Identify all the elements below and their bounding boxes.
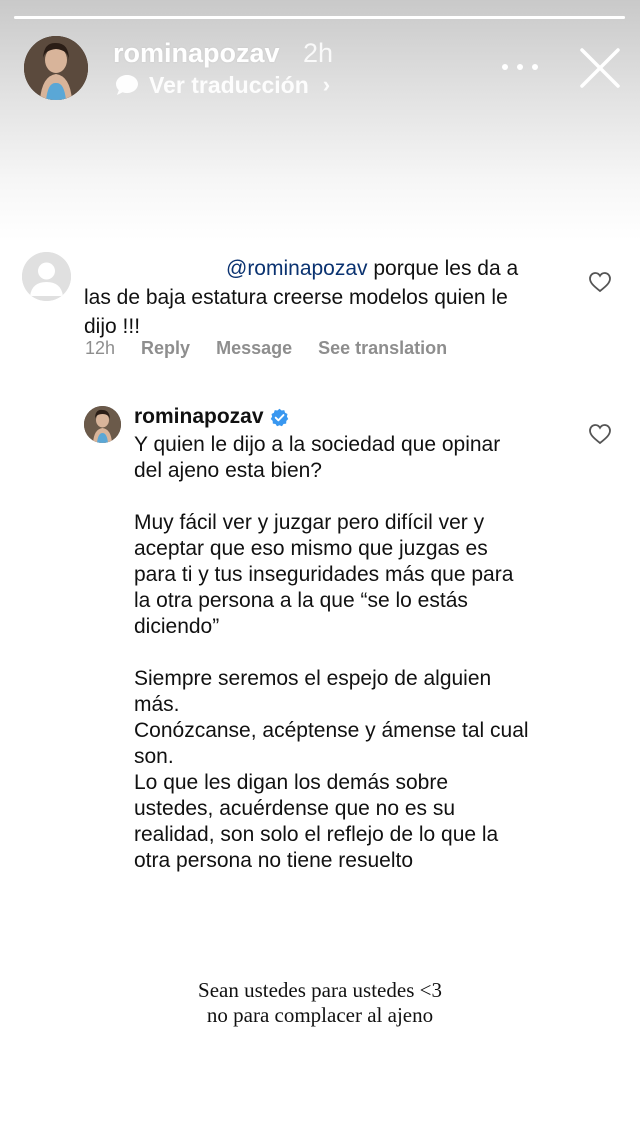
story-progress-bar xyxy=(14,16,625,19)
comment-line-2: las de baja estatura creerse modelos qui… xyxy=(84,286,508,309)
reply-line: Muy fácil ver y juzgar pero difícil ver … xyxy=(134,511,485,534)
translate-button[interactable]: Ver traducción › xyxy=(115,72,330,98)
story-time: 2h xyxy=(303,38,334,68)
reply-line: otra persona no tiene resuelto xyxy=(134,849,414,872)
reply-line: Conózcanse, acéptense y ámense tal cual xyxy=(134,719,529,742)
reply-button[interactable]: Reply xyxy=(141,338,190,359)
reply-line: para ti y tus inseguridades más que para xyxy=(134,563,514,586)
reply-username[interactable]: rominapozav xyxy=(134,405,264,429)
chevron-right-icon: › xyxy=(322,72,331,97)
story-avatar[interactable] xyxy=(24,36,88,100)
reply-line: realidad, son solo el reflejo de lo que … xyxy=(134,823,499,846)
default-avatar-icon xyxy=(22,252,71,301)
reply-line: Siempre seremos el espejo de alguien xyxy=(134,667,492,690)
comment-time: 12h xyxy=(85,338,116,358)
story-header-gradient xyxy=(0,0,640,240)
story-username[interactable]: rominapozav xyxy=(113,38,280,69)
reply-line: del ajeno esta bien? xyxy=(134,459,322,482)
comment-meta: 12h Reply Message See translation xyxy=(85,338,447,359)
caption-line-2: no para complacer al ajeno xyxy=(206,1003,434,1027)
translate-label: Ver traducción xyxy=(149,71,309,98)
reply-line: son. xyxy=(134,745,174,768)
reply-line: ustedes, acuérdense que no es su xyxy=(134,797,456,820)
reply-line: la otra persona a la que “se lo estás xyxy=(134,589,468,612)
reply-paragraph-3: Siempre seremos el espejo de alguien más… xyxy=(134,666,574,874)
caption-line-1: Sean ustedes para ustedes <3 xyxy=(198,978,442,1002)
translate-bubble-icon xyxy=(116,75,138,95)
reply-line: aceptar que eso mismo que juzgas es xyxy=(134,537,488,560)
comment-text: @rominapozav porque les da a las de baja… xyxy=(84,254,564,341)
reply-line: diciendo” xyxy=(134,615,220,638)
story-progress-fill xyxy=(14,16,625,19)
comment-avatar[interactable] xyxy=(22,252,71,301)
story-caption: Sean ustedes para ustedes <3 no para com… xyxy=(0,978,640,1028)
comment-line-1: porque les da a xyxy=(367,257,519,280)
comment-mention[interactable]: @rominapozav xyxy=(226,257,368,280)
reply-like-heart-icon[interactable] xyxy=(588,423,612,445)
comment-line-3: dijo !!! xyxy=(84,315,141,338)
message-button[interactable]: Message xyxy=(216,338,292,359)
reply-avatar[interactable] xyxy=(84,406,121,443)
close-icon[interactable] xyxy=(578,46,622,90)
reply-paragraph-1: Y quien le dijo a la sociedad que opinar… xyxy=(134,432,574,484)
avatar-photo xyxy=(24,36,88,100)
reply-body: Y quien le dijo a la sociedad que opinar… xyxy=(134,432,574,874)
verified-badge-icon xyxy=(270,408,288,426)
reply-header: rominapozav xyxy=(134,405,289,429)
reply-line: Lo que les digan los demás sobre xyxy=(134,771,449,794)
reply-line: Y quien le dijo a la sociedad que opinar xyxy=(134,433,501,456)
comment-like-heart-icon[interactable] xyxy=(588,271,612,293)
reply-line: más. xyxy=(134,693,180,716)
more-icon[interactable] xyxy=(502,54,538,80)
reply-paragraph-2: Muy fácil ver y juzgar pero difícil ver … xyxy=(134,510,574,640)
reply-avatar-photo xyxy=(84,406,121,443)
see-translation-button[interactable]: See translation xyxy=(318,338,447,359)
